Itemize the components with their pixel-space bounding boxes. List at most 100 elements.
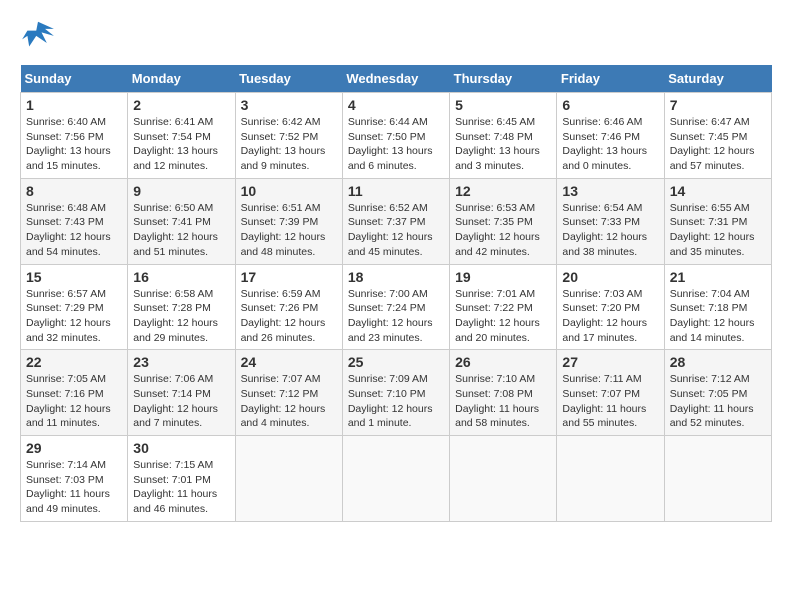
calendar-cell: 28Sunrise: 7:12 AM Sunset: 7:05 PM Dayli… bbox=[664, 350, 771, 436]
calendar-cell: 2 Sunrise: 6:41 AM Sunset: 7:54 PM Daylig… bbox=[128, 93, 235, 179]
day-number: 24 bbox=[241, 354, 337, 370]
day-info: Sunrise: 6:40 AM Sunset: 7:56 PM Dayligh… bbox=[26, 115, 122, 174]
calendar-cell bbox=[235, 436, 342, 522]
day-number: 2 bbox=[133, 97, 229, 113]
day-info: Sunrise: 7:00 AM Sunset: 7:24 PM Dayligh… bbox=[348, 287, 444, 346]
day-number: 9 bbox=[133, 183, 229, 199]
day-info: Sunrise: 6:42 AM Sunset: 7:52 PM Dayligh… bbox=[241, 115, 337, 174]
calendar-cell: 24 Sunrise: 7:07 AM Sunset: 7:12 PM Dayli… bbox=[235, 350, 342, 436]
calendar-table: SundayMondayTuesdayWednesdayThursdayFrid… bbox=[20, 65, 772, 522]
calendar-cell: 3 Sunrise: 6:42 AM Sunset: 7:52 PM Daylig… bbox=[235, 93, 342, 179]
calendar-cell: 20Sunrise: 7:03 AM Sunset: 7:20 PM Dayli… bbox=[557, 264, 664, 350]
col-header-monday: Monday bbox=[128, 65, 235, 93]
day-info: Sunrise: 7:06 AM Sunset: 7:14 PM Dayligh… bbox=[133, 372, 229, 431]
calendar-cell: 19 Sunrise: 7:01 AM Sunset: 7:22 PM Dayli… bbox=[450, 264, 557, 350]
day-info: Sunrise: 6:58 AM Sunset: 7:28 PM Dayligh… bbox=[133, 287, 229, 346]
day-info: Sunrise: 6:41 AM Sunset: 7:54 PM Dayligh… bbox=[133, 115, 229, 174]
day-info: Sunrise: 6:50 AM Sunset: 7:41 PM Dayligh… bbox=[133, 201, 229, 260]
day-info: Sunrise: 7:11 AM Sunset: 7:07 PM Dayligh… bbox=[562, 372, 658, 431]
day-number: 29 bbox=[26, 440, 122, 456]
calendar-cell: 16 Sunrise: 6:58 AM Sunset: 7:28 PM Dayli… bbox=[128, 264, 235, 350]
day-info: Sunrise: 6:59 AM Sunset: 7:26 PM Dayligh… bbox=[241, 287, 337, 346]
calendar-cell: 21 Sunrise: 7:04 AM Sunset: 7:18 PM Dayli… bbox=[664, 264, 771, 350]
day-info: Sunrise: 7:07 AM Sunset: 7:12 PM Dayligh… bbox=[241, 372, 337, 431]
logo bbox=[20, 20, 60, 50]
day-info: Sunrise: 6:55 AM Sunset: 7:31 PM Dayligh… bbox=[670, 201, 766, 260]
calendar-cell bbox=[557, 436, 664, 522]
calendar-week-row: 1 Sunrise: 6:40 AM Sunset: 7:56 PM Daylig… bbox=[21, 93, 772, 179]
day-info: Sunrise: 7:15 AM Sunset: 7:01 PM Dayligh… bbox=[133, 458, 229, 517]
day-info: Sunrise: 7:01 AM Sunset: 7:22 PM Dayligh… bbox=[455, 287, 551, 346]
calendar-cell: 29 Sunrise: 7:14 AM Sunset: 7:03 PM Dayli… bbox=[21, 436, 128, 522]
calendar-cell: 11 Sunrise: 6:52 AM Sunset: 7:37 PM Dayli… bbox=[342, 178, 449, 264]
col-header-tuesday: Tuesday bbox=[235, 65, 342, 93]
day-number: 11 bbox=[348, 183, 444, 199]
day-number: 26 bbox=[455, 354, 551, 370]
day-number: 30 bbox=[133, 440, 229, 456]
calendar-cell bbox=[450, 436, 557, 522]
day-number: 17 bbox=[241, 269, 337, 285]
day-number: 12 bbox=[455, 183, 551, 199]
day-number: 22 bbox=[26, 354, 122, 370]
day-number: 4 bbox=[348, 97, 444, 113]
day-info: Sunrise: 6:52 AM Sunset: 7:37 PM Dayligh… bbox=[348, 201, 444, 260]
day-info: Sunrise: 6:53 AM Sunset: 7:35 PM Dayligh… bbox=[455, 201, 551, 260]
day-info: Sunrise: 7:14 AM Sunset: 7:03 PM Dayligh… bbox=[26, 458, 122, 517]
calendar-cell: 1 Sunrise: 6:40 AM Sunset: 7:56 PM Daylig… bbox=[21, 93, 128, 179]
day-info: Sunrise: 6:48 AM Sunset: 7:43 PM Dayligh… bbox=[26, 201, 122, 260]
col-header-sunday: Sunday bbox=[21, 65, 128, 93]
day-number: 21 bbox=[670, 269, 766, 285]
calendar-cell: 23 Sunrise: 7:06 AM Sunset: 7:14 PM Dayli… bbox=[128, 350, 235, 436]
day-info: Sunrise: 7:09 AM Sunset: 7:10 PM Dayligh… bbox=[348, 372, 444, 431]
calendar-cell: 22 Sunrise: 7:05 AM Sunset: 7:16 PM Dayli… bbox=[21, 350, 128, 436]
day-info: Sunrise: 7:05 AM Sunset: 7:16 PM Dayligh… bbox=[26, 372, 122, 431]
day-number: 23 bbox=[133, 354, 229, 370]
calendar-week-row: 8Sunrise: 6:48 AM Sunset: 7:43 PM Daylig… bbox=[21, 178, 772, 264]
calendar-header-row: SundayMondayTuesdayWednesdayThursdayFrid… bbox=[21, 65, 772, 93]
calendar-cell: 5Sunrise: 6:45 AM Sunset: 7:48 PM Daylig… bbox=[450, 93, 557, 179]
page-header bbox=[20, 20, 772, 50]
calendar-week-row: 15Sunrise: 6:57 AM Sunset: 7:29 PM Dayli… bbox=[21, 264, 772, 350]
day-info: Sunrise: 6:44 AM Sunset: 7:50 PM Dayligh… bbox=[348, 115, 444, 174]
calendar-cell: 12 Sunrise: 6:53 AM Sunset: 7:35 PM Dayli… bbox=[450, 178, 557, 264]
calendar-week-row: 29 Sunrise: 7:14 AM Sunset: 7:03 PM Dayli… bbox=[21, 436, 772, 522]
day-number: 27 bbox=[562, 354, 658, 370]
day-number: 13 bbox=[562, 183, 658, 199]
day-number: 6 bbox=[562, 97, 658, 113]
calendar-cell: 18Sunrise: 7:00 AM Sunset: 7:24 PM Dayli… bbox=[342, 264, 449, 350]
day-info: Sunrise: 7:04 AM Sunset: 7:18 PM Dayligh… bbox=[670, 287, 766, 346]
day-number: 10 bbox=[241, 183, 337, 199]
calendar-cell: 6 Sunrise: 6:46 AM Sunset: 7:46 PM Daylig… bbox=[557, 93, 664, 179]
calendar-cell: 26 Sunrise: 7:10 AM Sunset: 7:08 PM Dayli… bbox=[450, 350, 557, 436]
calendar-cell: 30 Sunrise: 7:15 AM Sunset: 7:01 PM Dayli… bbox=[128, 436, 235, 522]
day-number: 20 bbox=[562, 269, 658, 285]
calendar-cell: 15Sunrise: 6:57 AM Sunset: 7:29 PM Dayli… bbox=[21, 264, 128, 350]
calendar-cell: 14 Sunrise: 6:55 AM Sunset: 7:31 PM Dayli… bbox=[664, 178, 771, 264]
day-number: 7 bbox=[670, 97, 766, 113]
day-info: Sunrise: 6:47 AM Sunset: 7:45 PM Dayligh… bbox=[670, 115, 766, 174]
calendar-cell bbox=[664, 436, 771, 522]
day-number: 3 bbox=[241, 97, 337, 113]
calendar-cell: 13 Sunrise: 6:54 AM Sunset: 7:33 PM Dayli… bbox=[557, 178, 664, 264]
calendar-cell: 25 Sunrise: 7:09 AM Sunset: 7:10 PM Dayli… bbox=[342, 350, 449, 436]
day-number: 25 bbox=[348, 354, 444, 370]
calendar-cell: 27 Sunrise: 7:11 AM Sunset: 7:07 PM Dayli… bbox=[557, 350, 664, 436]
day-number: 1 bbox=[26, 97, 122, 113]
day-info: Sunrise: 6:51 AM Sunset: 7:39 PM Dayligh… bbox=[241, 201, 337, 260]
calendar-cell: 4 Sunrise: 6:44 AM Sunset: 7:50 PM Daylig… bbox=[342, 93, 449, 179]
calendar-week-row: 22 Sunrise: 7:05 AM Sunset: 7:16 PM Dayli… bbox=[21, 350, 772, 436]
logo-icon bbox=[20, 20, 56, 50]
day-number: 16 bbox=[133, 269, 229, 285]
day-number: 19 bbox=[455, 269, 551, 285]
day-number: 15 bbox=[26, 269, 122, 285]
col-header-friday: Friday bbox=[557, 65, 664, 93]
day-info: Sunrise: 6:46 AM Sunset: 7:46 PM Dayligh… bbox=[562, 115, 658, 174]
col-header-thursday: Thursday bbox=[450, 65, 557, 93]
day-number: 14 bbox=[670, 183, 766, 199]
day-info: Sunrise: 6:45 AM Sunset: 7:48 PM Dayligh… bbox=[455, 115, 551, 174]
calendar-cell bbox=[342, 436, 449, 522]
day-info: Sunrise: 6:54 AM Sunset: 7:33 PM Dayligh… bbox=[562, 201, 658, 260]
col-header-saturday: Saturday bbox=[664, 65, 771, 93]
col-header-wednesday: Wednesday bbox=[342, 65, 449, 93]
day-info: Sunrise: 7:10 AM Sunset: 7:08 PM Dayligh… bbox=[455, 372, 551, 431]
